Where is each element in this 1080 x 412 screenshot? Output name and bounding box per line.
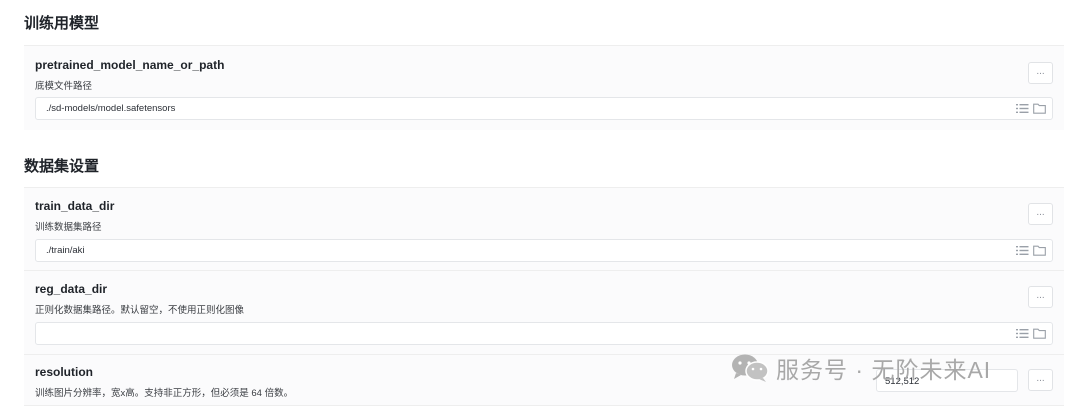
list-icon[interactable] bbox=[1016, 328, 1029, 339]
list-icon[interactable] bbox=[1016, 245, 1029, 256]
field-description: 正则化数据集路径。默认留空，不使用正则化图像 bbox=[35, 305, 245, 316]
list-icon[interactable] bbox=[1016, 103, 1029, 114]
more-options-button[interactable]: ... bbox=[1028, 286, 1053, 308]
field-name: reg_data_dir bbox=[35, 282, 108, 296]
field-name: resolution bbox=[35, 365, 94, 379]
more-options-button[interactable]: ... bbox=[1028, 369, 1053, 391]
more-options-button[interactable]: ... bbox=[1028, 203, 1053, 225]
reg-data-dir-input[interactable] bbox=[35, 322, 1053, 345]
field-name: pretrained_model_name_or_path bbox=[35, 58, 225, 72]
field-description: 训练图片分辨率，宽x高。支持非正方形，但必须是 64 倍数。 bbox=[35, 388, 294, 399]
field-name: train_data_dir bbox=[35, 199, 115, 213]
section-title-dataset: 数据集设置 bbox=[24, 158, 100, 175]
pretrained-model-path-input[interactable]: ./sd-models/model.safetensors bbox=[35, 97, 1053, 120]
folder-icon[interactable] bbox=[1033, 328, 1046, 339]
field-train-data-dir: train_data_dir 训练数据集路径 ... ./train/aki bbox=[24, 187, 1064, 270]
more-options-button[interactable]: ... bbox=[1028, 62, 1053, 84]
field-reg-data-dir: reg_data_dir 正则化数据集路径。默认留空，不使用正则化图像 ... bbox=[24, 270, 1064, 354]
wechat-icon bbox=[730, 353, 770, 383]
section-title-model: 训练用模型 bbox=[24, 15, 100, 32]
watermark: 服务号 · 无阶未来AI bbox=[730, 351, 991, 385]
input-value: ./train/aki bbox=[46, 245, 85, 256]
field-description: 底模文件路径 bbox=[35, 81, 93, 92]
field-pretrained-model: pretrained_model_name_or_path 底模文件路径 ...… bbox=[24, 45, 1064, 130]
folder-icon[interactable] bbox=[1033, 245, 1046, 256]
folder-icon[interactable] bbox=[1033, 103, 1046, 114]
train-data-dir-input[interactable]: ./train/aki bbox=[35, 239, 1053, 262]
field-description: 训练数据集路径 bbox=[35, 222, 102, 233]
watermark-text: 服务号 · 无阶未来AI bbox=[776, 357, 992, 383]
input-value: ./sd-models/model.safetensors bbox=[46, 103, 176, 114]
